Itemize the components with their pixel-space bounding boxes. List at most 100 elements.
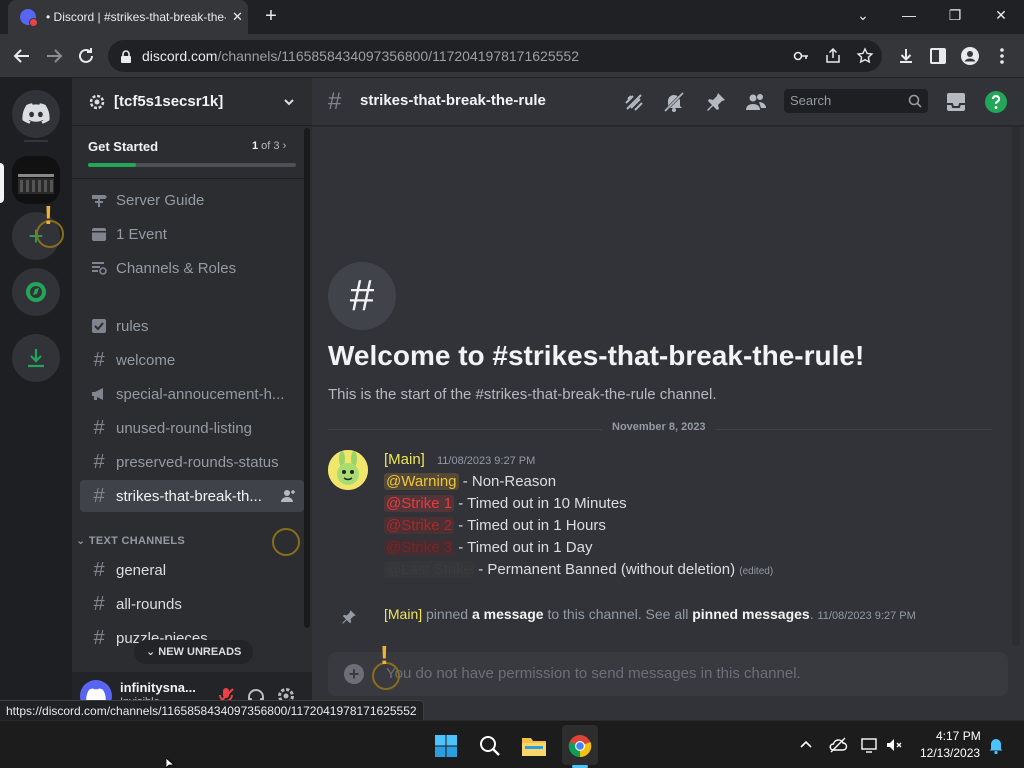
profile-icon[interactable] <box>960 46 980 66</box>
server-rail: + ! <box>0 78 72 720</box>
selected-server-pill <box>0 163 4 203</box>
server-image-icon <box>12 156 60 204</box>
discord-logo-icon <box>22 103 50 124</box>
windows-logo-icon <box>435 735 457 757</box>
network-display-icon[interactable] <box>860 735 880 755</box>
message-composer[interactable]: + You do not have permission to send mes… <box>328 652 1008 696</box>
reload-button[interactable] <box>74 44 98 68</box>
sidebar-scrollbar[interactable] <box>304 128 310 628</box>
role-mention[interactable]: @Strike 2 <box>384 517 455 534</box>
menu-kebab-icon[interactable] <box>992 46 1012 66</box>
lock-icon <box>121 50 131 63</box>
channel-welcome[interactable]: # welcome <box>80 344 304 376</box>
pinned-messages-link[interactable]: pinned messages <box>692 606 810 622</box>
get-started-panel[interactable]: Get Started 1 of 3 › <box>72 127 304 179</box>
channel-rules[interactable]: rules <box>80 310 304 342</box>
pin-author[interactable]: [Main] <box>384 606 422 622</box>
download-apps-button[interactable] <box>12 334 60 382</box>
role-mention[interactable]: @Strike 3 <box>384 539 455 556</box>
clock-date[interactable]: 12/13/2023 <box>920 746 980 760</box>
tab-search-button[interactable]: ⌄ <box>840 0 886 30</box>
inbox-icon[interactable] <box>944 90 968 114</box>
pinned-message-link[interactable]: a message <box>472 606 544 622</box>
chat-header: # strikes-that-break-the-rule Search <box>312 78 1024 126</box>
tab-close-icon[interactable]: ✕ <box>232 9 243 25</box>
sidebar-item-events[interactable]: 1 Event <box>80 218 304 250</box>
new-unreads-button[interactable]: ⌄ NEW UNREADS <box>134 640 254 664</box>
role-mention[interactable]: @Warning <box>384 473 459 490</box>
server-icon-tcf5s1secsr1k[interactable] <box>12 156 60 204</box>
role-mention[interactable]: @Last Strike <box>384 561 475 578</box>
pin-icon[interactable] <box>704 90 728 114</box>
chevron-up-icon[interactable] <box>796 735 816 755</box>
restore-button[interactable]: ❐ <box>932 0 978 30</box>
browser-tab[interactable]: • Discord | #strikes-that-break-the-rule… <box>8 0 248 34</box>
upload-plus-icon[interactable]: + <box>344 664 364 684</box>
address-bar[interactable]: discord.com/channels/1165858434097356800… <box>108 40 882 72</box>
minimize-button[interactable]: — <box>886 0 932 30</box>
direct-messages-button[interactable] <box>12 90 60 138</box>
member-list-icon[interactable] <box>744 90 768 114</box>
message-line: @Strike 1 - Timed out in 10 Minutes <box>384 495 627 512</box>
hash-icon: # <box>93 484 105 507</box>
channel-unused-round-listing[interactable]: # unused-round-listing <box>80 412 304 444</box>
chevron-down-icon: ⌄ <box>76 535 89 547</box>
channel-general[interactable]: # general <box>80 554 304 586</box>
chrome-taskbar-button[interactable] <box>564 730 596 762</box>
file-explorer-button[interactable] <box>518 730 550 762</box>
server-header[interactable]: [tcf5s1secsr1k] <box>72 78 312 126</box>
channel-preserved-rounds-status[interactable]: # preserved-rounds-status <box>80 446 304 478</box>
calendar-icon <box>88 225 110 243</box>
message-timestamp: 11/08/2023 9:27 PM <box>437 455 536 467</box>
sidebar-item-server-guide[interactable]: Server Guide <box>80 184 304 216</box>
sidebar-item-channels-roles[interactable]: Channels & Roles <box>80 252 304 284</box>
link-status-bubble: https://discord.com/channels/11658584340… <box>0 700 424 720</box>
notification-muted-bell-icon[interactable] <box>662 90 686 114</box>
pin-system-message: [Main] pinned a message to this channel.… <box>384 606 916 622</box>
browser-toolbar: discord.com/channels/1165858434097356800… <box>0 34 1024 78</box>
welcome-title: Welcome to #strikes-that-break-the-rule! <box>328 340 865 371</box>
taskbar-search-button[interactable] <box>474 730 506 762</box>
new-tab-button[interactable]: + <box>260 5 282 27</box>
message-author[interactable]: [Main] <box>384 451 425 468</box>
chat-scrollbar[interactable] <box>1012 126 1020 646</box>
channel-all-rounds[interactable]: # all-rounds <box>80 588 304 620</box>
cloud-offline-icon[interactable] <box>828 735 848 755</box>
channel-strikes-that-break-the-rule[interactable]: # strikes-that-break-th... <box>80 480 304 512</box>
key-icon[interactable] <box>792 47 810 65</box>
notification-bell-icon[interactable] <box>986 735 1006 755</box>
server-name: [tcf5s1secsr1k] <box>114 93 224 110</box>
share-icon[interactable] <box>824 47 842 65</box>
search-icon <box>908 94 922 108</box>
hash-icon: # <box>328 88 342 115</box>
volume-muted-icon[interactable] <box>884 735 904 755</box>
bookmark-star-icon[interactable] <box>856 47 874 65</box>
invite-member-icon[interactable] <box>280 488 296 504</box>
chrome-icon <box>568 735 592 758</box>
forward-button[interactable] <box>42 44 66 68</box>
category-text-channels[interactable]: ⌄ TEXT CHANNELS <box>76 534 185 547</box>
help-icon[interactable] <box>984 90 1008 114</box>
role-mention[interactable]: @Strike 1 <box>384 495 455 512</box>
threads-icon[interactable] <box>622 90 646 114</box>
hash-icon: # <box>93 626 105 649</box>
download-icon[interactable] <box>896 46 916 66</box>
date-divider-text: November 8, 2023 <box>602 421 716 433</box>
start-button[interactable] <box>430 730 462 762</box>
clock-time[interactable]: 4:17 PM <box>936 729 981 743</box>
back-button[interactable] <box>10 44 34 68</box>
chevron-down-icon: ⌄ <box>146 646 159 658</box>
search-input[interactable]: Search <box>784 89 928 113</box>
back-arrow-icon <box>13 49 29 63</box>
hash-icon: # <box>93 592 105 615</box>
hash-icon: # <box>93 416 105 439</box>
search-icon <box>480 736 500 756</box>
close-window-button[interactable]: ✕ <box>978 0 1024 30</box>
side-panel-icon[interactable] <box>928 46 948 66</box>
avatar[interactable] <box>328 450 368 490</box>
explore-servers-button[interactable] <box>12 268 60 316</box>
windows-taskbar: 4:17 PM 12/13/2023 <box>0 720 1024 768</box>
hash-icon: # <box>93 450 105 473</box>
channel-special-annoucement[interactable]: special-annoucement-h... <box>80 378 304 410</box>
user-name: infinitysna... <box>120 680 196 695</box>
